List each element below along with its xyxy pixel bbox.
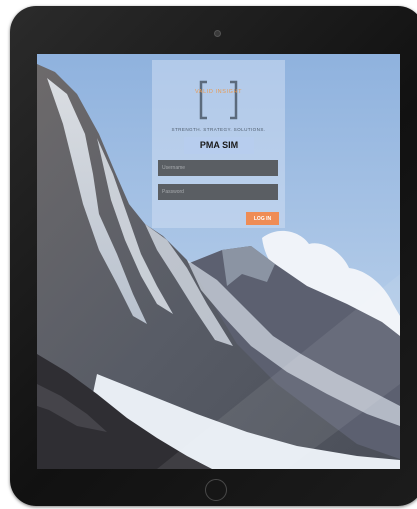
username-input[interactable] bbox=[158, 160, 278, 176]
brand-tagline: STRENGTH. STRATEGY. SOLUTIONS. bbox=[171, 127, 266, 132]
home-button[interactable] bbox=[205, 479, 227, 501]
brand-logo-text: VALID INSIGHT bbox=[194, 89, 243, 95]
login-button[interactable]: LOG IN bbox=[246, 212, 279, 225]
login-panel: VALID INSIGHT STRENGTH. STRATEGY. SOLUTI… bbox=[152, 60, 285, 228]
tablet-screen: VALID INSIGHT STRENGTH. STRATEGY. SOLUTI… bbox=[37, 54, 400, 469]
bracket-logo-icon bbox=[199, 80, 238, 120]
password-input[interactable] bbox=[158, 184, 278, 200]
camera-icon bbox=[214, 30, 221, 37]
app-title-label: PMA SIM bbox=[184, 137, 254, 154]
tablet-device: VALID INSIGHT STRENGTH. STRATEGY. SOLUTI… bbox=[10, 6, 417, 506]
